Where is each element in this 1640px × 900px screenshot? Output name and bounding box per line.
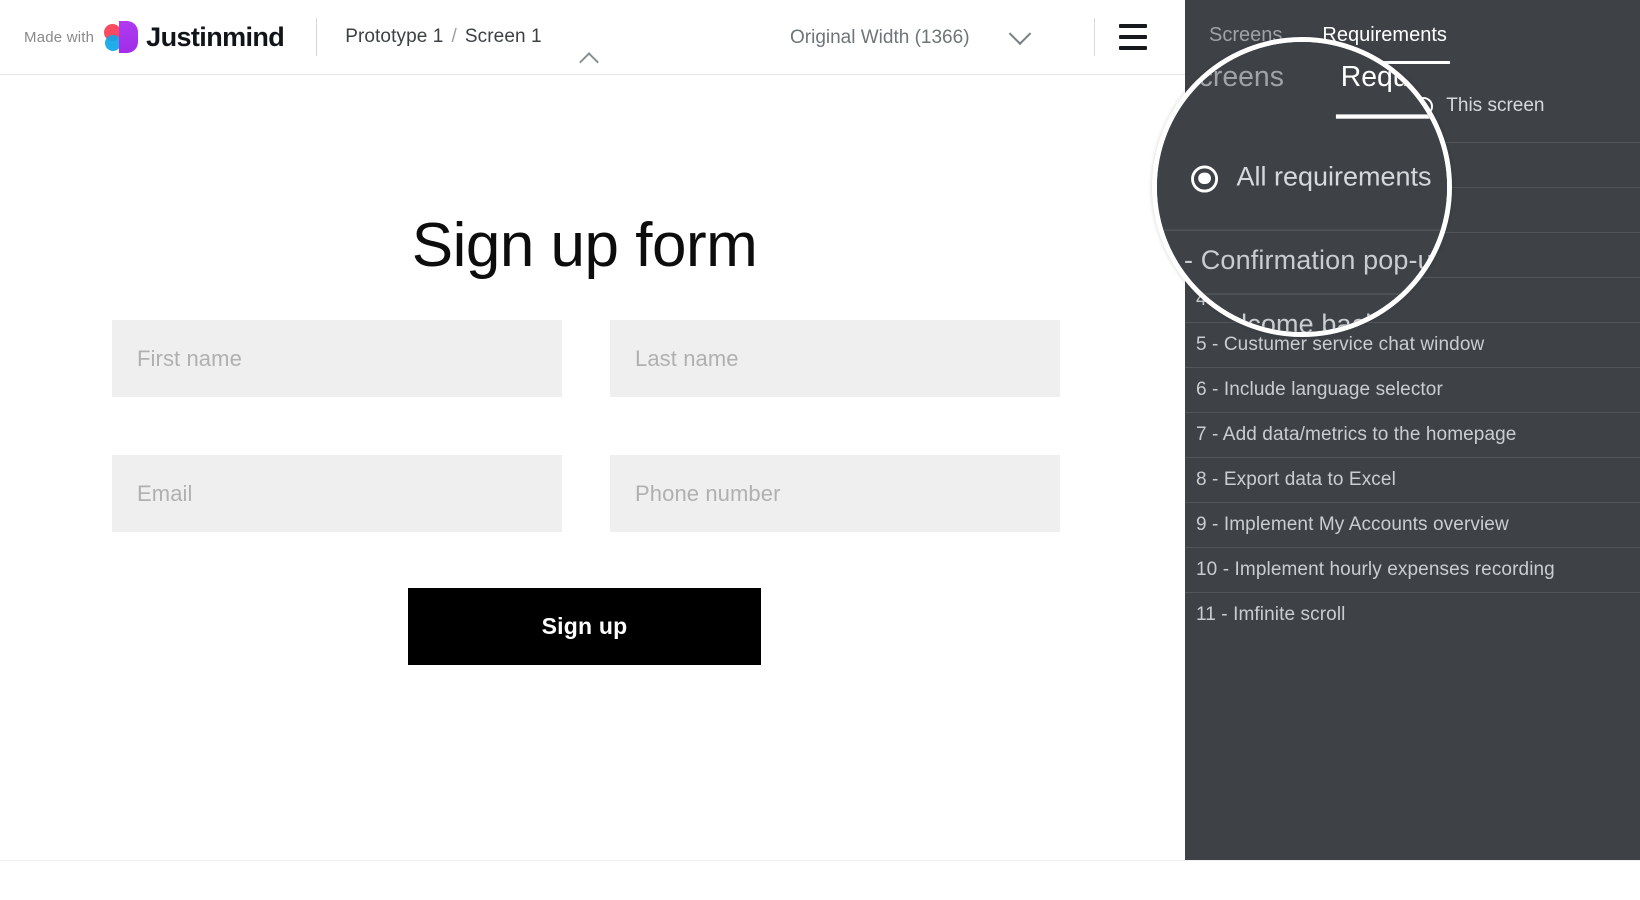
window-bottom-strip xyxy=(0,860,1640,900)
zoom-lens-overlay: Screens Requirements All requirements Th… xyxy=(1152,37,1452,337)
breadcrumb-separator: / xyxy=(451,26,457,47)
sign-up-button[interactable]: Sign up xyxy=(408,588,761,665)
chevron-up-icon xyxy=(579,52,599,72)
brand-name: Justinmind xyxy=(146,21,285,52)
list-item[interactable]: 8 - Export data to Excel xyxy=(1185,457,1640,502)
zoom-lens-content: Screens Requirements All requirements Th… xyxy=(1157,42,1447,332)
width-selector-value: Original Width (1366) xyxy=(790,26,970,48)
zoom-radio-selected-icon xyxy=(1191,164,1219,192)
prototype-canvas: Sign up form First name Last name Email … xyxy=(0,75,1185,860)
list-item[interactable]: 11 - Imfinite scroll xyxy=(1185,592,1640,637)
hamburger-line-3 xyxy=(1119,46,1147,50)
justinmind-logo-icon xyxy=(104,20,140,54)
breadcrumb-screen[interactable]: Screen 1 xyxy=(465,26,542,47)
list-item[interactable]: 6 - Include language selector xyxy=(1185,367,1640,412)
width-selector[interactable]: Original Width (1366) xyxy=(790,0,1031,75)
breadcrumb: Prototype 1 / Screen 1 xyxy=(345,26,542,48)
hamburger-line-2 xyxy=(1119,35,1147,39)
chevron-down-icon xyxy=(1008,21,1031,45)
page-title: Sign up form xyxy=(411,211,758,280)
list-item[interactable]: 7 - Add data/metrics to the homepage xyxy=(1185,412,1640,457)
list-item[interactable]: 10 - Implement hourly expenses recording xyxy=(1185,547,1640,592)
hamburger-menu-icon[interactable] xyxy=(1119,24,1147,50)
list-item[interactable]: 9 - Implement My Accounts overview xyxy=(1185,502,1640,547)
email-placeholder: Email xyxy=(137,480,193,506)
collapse-toolbar-button[interactable] xyxy=(578,46,604,72)
breadcrumb-prototype[interactable]: Prototype 1 xyxy=(345,26,443,47)
zoom-panel-tab-bar: Screens Requirements xyxy=(1157,42,1447,127)
last-name-placeholder: Last name xyxy=(635,345,739,371)
last-name-field[interactable]: Last name xyxy=(610,320,1060,397)
zoom-list-item: 2 - Welcome back pop-up xyxy=(1157,293,1447,332)
app-root: Made with Justinmind Prototype 1 / Screen … xyxy=(0,0,1640,900)
zoom-list-item: 1 - Confirmation pop-up xyxy=(1157,229,1447,293)
zoom-radio-all-requirements-label: All requirements xyxy=(1236,162,1432,193)
zoom-radio-all-requirements: All requirements xyxy=(1171,162,1447,194)
hamburger-line-1 xyxy=(1119,24,1147,28)
phone-number-field[interactable]: Phone number xyxy=(610,455,1060,532)
toolbar-divider xyxy=(316,18,318,56)
email-field[interactable]: Email xyxy=(112,455,562,532)
logo-purple-blade xyxy=(119,21,139,53)
zoom-tab-screens: Screens xyxy=(1179,61,1284,93)
toolbar-divider-2 xyxy=(1094,18,1095,56)
phone-number-placeholder: Phone number xyxy=(635,480,781,506)
first-name-placeholder: First name xyxy=(137,345,242,371)
zoom-scope-radio-group: All requirements This screen xyxy=(1157,127,1447,229)
made-with-label: Made with xyxy=(24,28,95,46)
first-name-field[interactable]: First name xyxy=(112,320,562,397)
zoom-requirements-list: 1 - Confirmation pop-up 2 - Welcome back… xyxy=(1157,229,1447,332)
radio-this-screen-label: This screen xyxy=(1446,95,1545,116)
zoom-tab-requirements: Requirements xyxy=(1336,61,1447,118)
